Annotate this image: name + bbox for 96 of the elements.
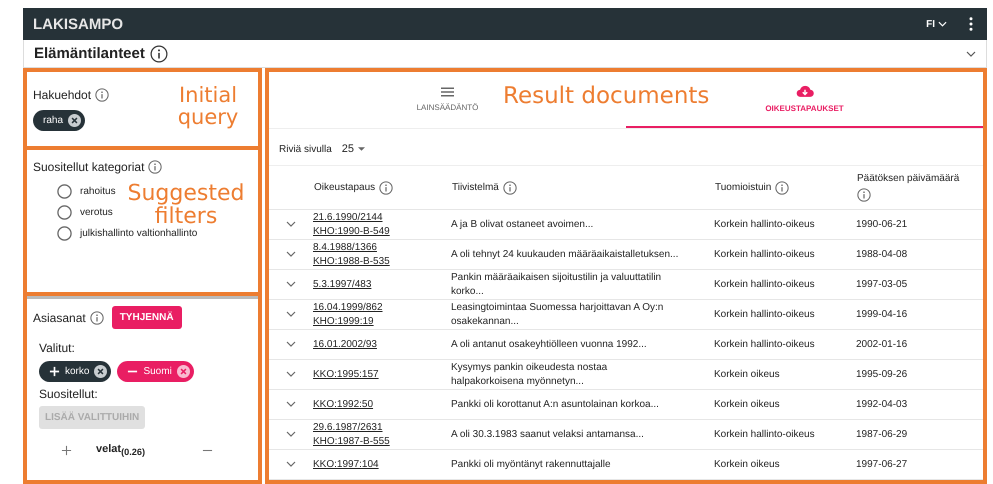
expand-icon[interactable]: [286, 310, 296, 316]
info-icon[interactable]: [150, 44, 168, 62]
plus-icon: [49, 366, 60, 377]
table-cell: 1997-03-05: [856, 270, 983, 300]
case-link[interactable]: KKO:1992:50: [313, 398, 451, 412]
table-cell: Korkein oikeus: [714, 390, 856, 420]
tab[interactable]: OIKEUSTAPAUKSET: [761, 72, 848, 126]
case-link[interactable]: 8.4.1988/1366: [313, 240, 451, 254]
table-cell: 1992-04-03: [856, 390, 983, 420]
list-icon: [440, 86, 454, 96]
expand-icon[interactable]: [286, 280, 296, 286]
panel-title: Hakuehdot: [33, 88, 92, 102]
section-title: Elämäntilanteet: [34, 45, 145, 62]
suggested-keyword: velat$_{(0.26)}$: [96, 443, 146, 458]
rows-per-page-label: Riviä sivulla: [279, 144, 332, 154]
column-header: Tuomioistuin: [715, 182, 772, 193]
expand-icon[interactable]: [286, 370, 296, 376]
table-cell: Korkein oikeus: [714, 360, 856, 390]
suggested-label: Suositellut:: [39, 387, 99, 401]
remove-icon[interactable]: [94, 365, 108, 378]
radio-button[interactable]: [57, 226, 72, 241]
panel-title: Suositellut kategoriat: [33, 160, 144, 174]
table-cell: Pankki oli korottanut A:n asuntolainan korkoa...: [451, 390, 714, 420]
dropdown-arrow-icon: [358, 147, 366, 151]
table-cell: Korkein hallinto-oikeus: [714, 420, 856, 450]
table-cell: 1987-06-29: [856, 420, 983, 450]
table-cell: A oli tehnyt 24 kuukauden määräaikaistalletuksen...: [451, 240, 714, 270]
case-link[interactable]: KKO:1995:157: [313, 368, 451, 382]
plus-icon[interactable]: [61, 444, 72, 456]
table-cell: Korkein hallinto-oikeus: [714, 300, 856, 330]
cloud-download-icon: [796, 85, 814, 98]
panel-title: Asiasanat: [33, 310, 86, 324]
keyword-chip[interactable]: korko: [39, 361, 112, 382]
table-cell: Pankin määräaikaisen sijoitustilin ja valuuttatilin korko...: [451, 270, 714, 300]
more-menu-icon[interactable]: [969, 17, 973, 31]
case-link[interactable]: KKO:1997:104: [313, 458, 451, 472]
expand-icon[interactable]: [286, 250, 296, 256]
info-icon[interactable]: [502, 180, 517, 194]
table-cell: Korkein hallinto-oikeus: [714, 210, 856, 240]
expand-icon[interactable]: [286, 430, 296, 436]
table-cell: A oli antanut osakeyhtiölleen vuonna 1992...: [451, 330, 714, 360]
chevron-down-icon[interactable]: [966, 50, 976, 56]
table-cell: A oli 30.3.1983 saanut velaksi antamansa...: [451, 420, 714, 450]
category-label[interactable]: rahoitus: [80, 186, 116, 197]
radio-button[interactable]: [57, 184, 72, 199]
annotation-label: Initial query: [176, 84, 240, 128]
rows-per-page-select[interactable]: 25: [342, 143, 366, 155]
category-label[interactable]: julkishallinto valtionhallinto: [80, 228, 198, 239]
info-icon[interactable]: [148, 160, 162, 174]
case-link[interactable]: 29.6.1987/2631: [313, 420, 451, 434]
remove-icon[interactable]: [68, 114, 82, 127]
table-cell: 1997-06-27: [856, 450, 983, 480]
expand-icon[interactable]: [286, 220, 296, 226]
table-cell: Kysymys pankin oikeudesta nostaa halpakorkoisena myönnetyn...: [451, 360, 714, 390]
app-title: LAKISAMPO: [33, 16, 124, 32]
column-header: Päätöksen päivämäärä: [857, 173, 960, 184]
table-cell: 1988-04-08: [856, 240, 983, 270]
case-link[interactable]: 5.3.1997/483: [313, 278, 451, 292]
case-link[interactable]: 21.6.1990/2144: [313, 210, 451, 224]
clear-button[interactable]: TYHJENNÄ: [112, 306, 182, 329]
expand-icon[interactable]: [286, 400, 296, 406]
info-icon[interactable]: [857, 188, 871, 202]
chevron-down-icon: [938, 21, 947, 27]
table-cell: 1990-06-21: [856, 210, 983, 240]
info-icon[interactable]: [95, 88, 110, 102]
case-link[interactable]: KHO:1988-B-535: [313, 254, 451, 268]
case-link[interactable]: KHO:1990-B-549: [313, 224, 451, 238]
selected-label: Valitut:: [39, 341, 76, 355]
column-header: Oikeustapaus: [314, 182, 376, 193]
table-cell: 1999-04-16: [856, 300, 983, 330]
case-link[interactable]: 16.04.1999/862: [313, 300, 451, 314]
expand-icon[interactable]: [286, 460, 296, 466]
query-chip[interactable]: raha: [33, 110, 86, 131]
table-cell: A ja B olivat ostaneet avoimen...: [451, 210, 714, 240]
case-link[interactable]: KHO:1999:19: [313, 314, 451, 328]
info-icon[interactable]: [90, 310, 104, 324]
table-cell: Korkein hallinto-oikeus: [714, 240, 856, 270]
category-label[interactable]: verotus: [80, 207, 113, 218]
expand-icon[interactable]: [286, 340, 296, 346]
case-link[interactable]: 16.01.2002/93: [313, 338, 451, 352]
info-icon[interactable]: [379, 180, 394, 194]
table-cell: Korkein hallinto-oikeus: [714, 330, 856, 360]
info-icon[interactable]: [775, 180, 790, 194]
annotation-label: Result documents: [503, 84, 710, 108]
keyword-chip[interactable]: Suomi: [117, 361, 194, 382]
table-cell: Leasingtoimintaa Suomessa harjoittavan A Oy:n osakekannan...: [451, 300, 714, 330]
table-cell: Korkein hallinto-oikeus: [714, 270, 856, 300]
table-cell: 1995-09-26: [856, 360, 983, 390]
column-header: Tiivistelmä: [452, 182, 499, 193]
table-cell: 2002-01-16: [856, 330, 983, 360]
language-selector[interactable]: FI: [926, 18, 947, 30]
tab[interactable]: LAINSÄÄDÄNTÖ: [412, 72, 482, 126]
table-cell: Korkein oikeus: [714, 450, 856, 480]
radio-button[interactable]: [57, 205, 72, 220]
table-cell: Pankki oli myöntänyt rakennuttajalle: [451, 450, 714, 480]
case-link[interactable]: KHO:1987-B-555: [313, 434, 451, 448]
